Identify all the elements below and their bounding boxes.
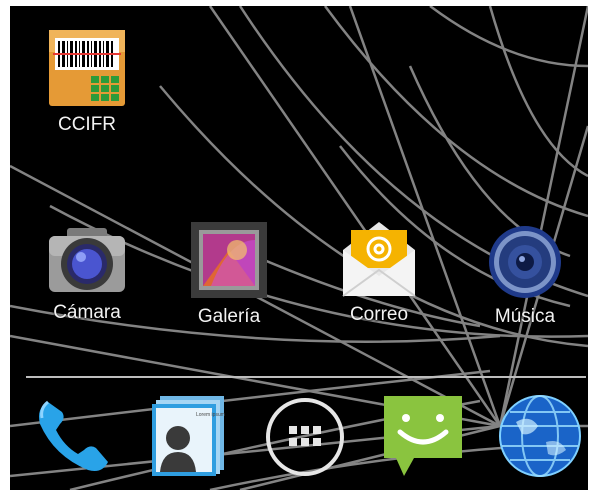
app-galeria[interactable]: Galería	[174, 220, 284, 328]
app-drawer-icon	[266, 398, 344, 476]
dock-phone[interactable]	[30, 394, 114, 483]
home-screen: CCIFR Cámara Galería Correo Música Lorem…	[10, 6, 588, 490]
app-ccifr[interactable]: CCIFR	[32, 28, 142, 136]
dock-all-apps[interactable]	[264, 396, 346, 483]
globe-icon	[499, 395, 581, 477]
app-camara[interactable]: Cámara	[32, 224, 142, 324]
app-correo[interactable]: Correo	[324, 218, 434, 326]
contacts-icon: Lorem ipsum	[152, 396, 225, 476]
camera-icon	[49, 228, 125, 292]
phone-icon	[39, 400, 108, 471]
music-speaker-icon	[489, 226, 561, 298]
dock-messaging[interactable]	[382, 394, 464, 483]
contact-card-text: Lorem ipsum	[196, 412, 225, 418]
app-label: Galería	[197, 306, 261, 327]
email-icon	[342, 222, 416, 297]
app-label: Correo	[349, 304, 409, 325]
barcode-scanner-icon	[49, 30, 125, 106]
app-musica[interactable]: Música	[470, 224, 580, 328]
dock-contacts[interactable]: Lorem ipsum	[150, 394, 230, 481]
app-label: Cámara	[53, 302, 121, 323]
app-label: Música	[494, 306, 556, 327]
gallery-icon	[191, 222, 267, 298]
dock-browser[interactable]	[496, 392, 584, 485]
messaging-icon	[384, 396, 462, 476]
app-label: CCIFR	[57, 114, 117, 135]
dock-divider	[26, 376, 586, 378]
